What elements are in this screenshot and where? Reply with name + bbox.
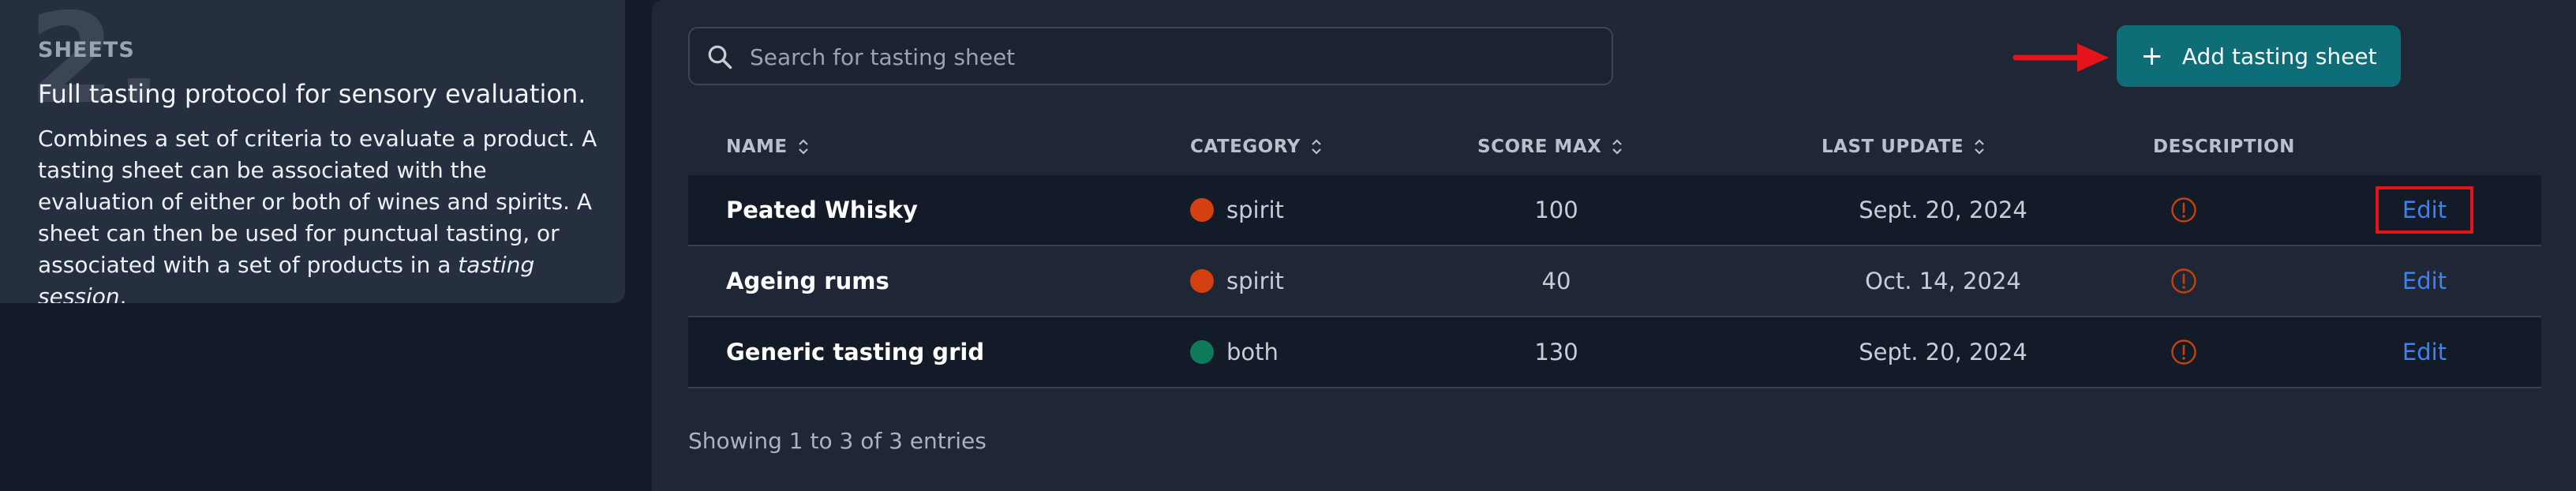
- section-description: Combines a set of criteria to evaluate a…: [38, 123, 600, 303]
- category-dot: [1190, 269, 1214, 293]
- score-max: 40: [1541, 268, 1571, 294]
- add-tasting-sheet-button[interactable]: + Add tasting sheet: [2117, 25, 2401, 87]
- score-max: 100: [1534, 197, 1578, 223]
- add-tasting-sheet-label: Add tasting sheet: [2181, 43, 2377, 69]
- sort-icon: [798, 139, 808, 155]
- section-kicker: SHEETS: [38, 38, 135, 62]
- category-label: both: [1226, 339, 1279, 365]
- sort-icon: [1612, 139, 1623, 155]
- search-icon: [708, 45, 732, 69]
- table-row: Ageing rums spirit 40 Oct. 14, 2024 Edit: [688, 246, 2541, 317]
- table-header: NAME CATEGORY SCORE MAX LAST UPDATE DESC…: [688, 118, 2541, 175]
- sheet-name: Peated Whisky: [726, 197, 918, 223]
- description-info-icon[interactable]: [2164, 246, 2203, 316]
- description-info-icon[interactable]: [2164, 175, 2203, 245]
- sheets-table-card: + Add tasting sheet NAME CATEGORY SCORE …: [652, 0, 2576, 491]
- category-label: spirit: [1226, 197, 1284, 223]
- column-header-description: DESCRIPTION: [2153, 118, 2295, 175]
- entries-summary: Showing 1 to 3 of 3 entries: [688, 428, 987, 454]
- edit-highlight-annotation: [2376, 186, 2473, 234]
- last-update: Oct. 14, 2024: [1865, 268, 2021, 294]
- sheet-name: Ageing rums: [726, 268, 889, 294]
- category-dot: [1190, 198, 1214, 222]
- info-card: 2. SHEETS Full tasting protocol for sens…: [0, 0, 625, 303]
- last-update: Sept. 20, 2024: [1859, 339, 2027, 365]
- last-update: Sept. 20, 2024: [1859, 197, 2027, 223]
- table-row: Generic tasting grid both 130 Sept. 20, …: [688, 317, 2541, 388]
- edit-button[interactable]: Edit: [2377, 317, 2472, 387]
- plus-icon: +: [2140, 40, 2163, 72]
- sheet-name: Generic tasting grid: [726, 339, 985, 365]
- category-cell: spirit: [1190, 246, 1284, 316]
- score-max: 130: [1534, 339, 1578, 365]
- description-info-icon[interactable]: [2164, 317, 2203, 387]
- column-label: SCORE MAX: [1477, 137, 1602, 157]
- category-label: spirit: [1226, 268, 1284, 294]
- column-label: LAST UPDATE: [1822, 137, 1964, 157]
- category-dot: [1190, 340, 1214, 364]
- column-label: NAME: [726, 137, 788, 157]
- column-header-last-update[interactable]: LAST UPDATE: [1822, 118, 1986, 175]
- annotation-arrow: [2012, 43, 2109, 72]
- description-end: .: [119, 283, 127, 303]
- column-label: CATEGORY: [1190, 137, 1301, 157]
- section-headline: Full tasting protocol for sensory evalua…: [38, 79, 586, 109]
- search-box: [688, 27, 1613, 85]
- category-cell: both: [1190, 317, 1279, 387]
- table-row: Peated Whisky spirit 100 Sept. 20, 2024 …: [688, 175, 2541, 246]
- column-header-name[interactable]: NAME: [726, 118, 810, 175]
- search-input[interactable]: [748, 28, 1599, 85]
- column-header-score-max[interactable]: SCORE MAX: [1477, 118, 1623, 175]
- sort-icon: [1312, 139, 1321, 155]
- column-label: DESCRIPTION: [2153, 137, 2295, 157]
- category-cell: spirit: [1190, 175, 1284, 245]
- edit-button[interactable]: Edit: [2377, 246, 2472, 316]
- column-header-category[interactable]: CATEGORY: [1190, 118, 1323, 175]
- sort-icon: [1975, 139, 1985, 155]
